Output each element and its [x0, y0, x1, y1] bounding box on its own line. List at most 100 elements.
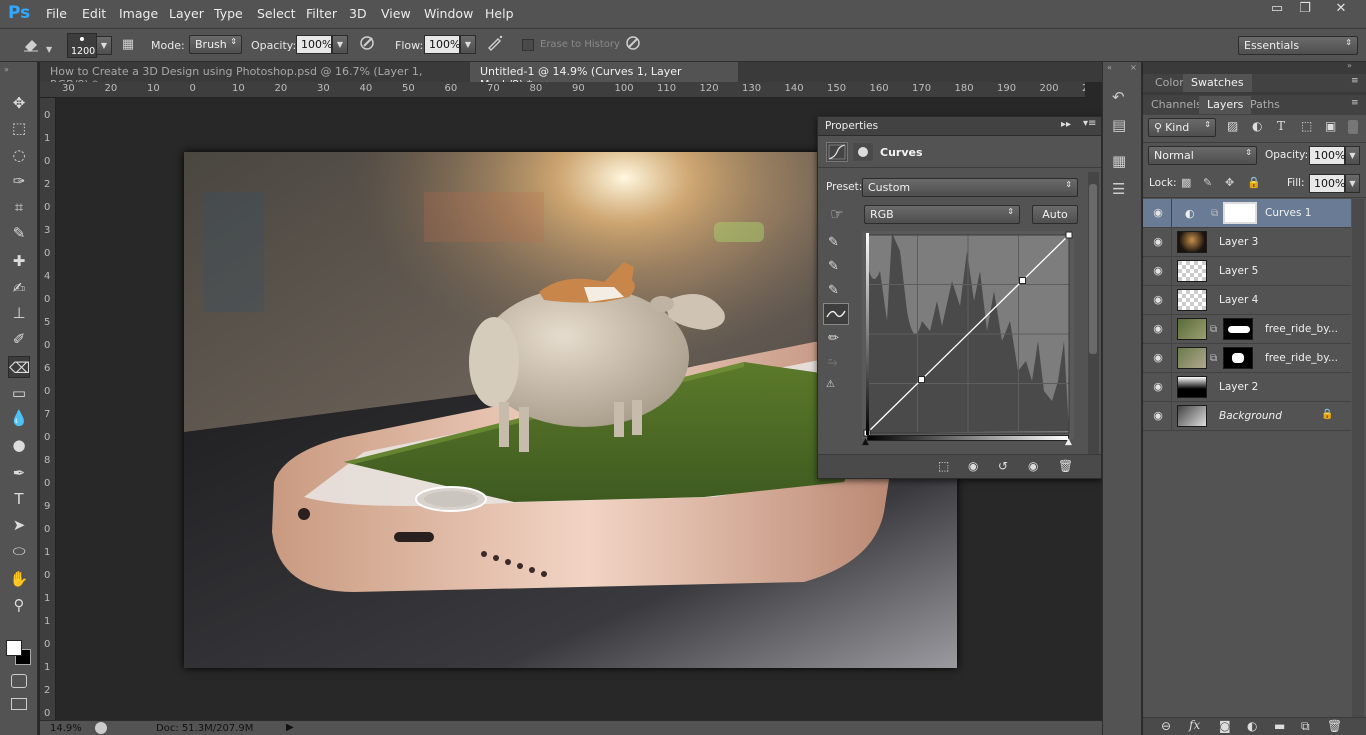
- lock-pixels-icon[interactable]: ✎: [1203, 176, 1212, 189]
- flow-slider-arrow[interactable]: ▼: [460, 35, 476, 54]
- shape-filter-icon[interactable]: ⬚: [1301, 119, 1312, 133]
- lock-transparency-icon[interactable]: ▩: [1181, 176, 1191, 189]
- menu-3d[interactable]: 3D: [349, 6, 367, 21]
- clip-to-layer-icon[interactable]: ⬚: [938, 459, 949, 473]
- eraser-icon[interactable]: ⌫: [8, 356, 30, 378]
- stamp-icon[interactable]: ⊥: [8, 302, 30, 324]
- menu-edit[interactable]: Edit: [82, 6, 106, 21]
- black-point-eyedropper-icon[interactable]: ✎: [828, 235, 839, 250]
- brush-size-preview[interactable]: 1200: [67, 33, 97, 58]
- black-slider-handle[interactable]: ▲: [862, 437, 869, 447]
- marquee-icon[interactable]: ⬚: [8, 117, 30, 139]
- layer-thumbnail[interactable]: [1177, 405, 1207, 427]
- opacity-field[interactable]: 100%: [296, 35, 332, 54]
- curve-control-point[interactable]: [1065, 231, 1073, 239]
- layer-row[interactable]: ◉ ⧉ free_ride_by...: [1143, 344, 1351, 373]
- erase-to-history-checkbox[interactable]: [522, 39, 534, 51]
- layer-name[interactable]: Layer 5: [1219, 265, 1258, 277]
- eyedropper-icon[interactable]: ✎: [8, 222, 30, 244]
- reset-icon[interactable]: ↺: [998, 459, 1008, 473]
- path-select-icon[interactable]: ➤: [8, 514, 30, 536]
- collapse-panels-icon[interactable]: »: [1347, 61, 1352, 70]
- menu-layer[interactable]: Layer: [169, 6, 204, 21]
- zoom-icon[interactable]: ⚲: [8, 594, 30, 616]
- brush-panel-toggle-icon[interactable]: ▦: [117, 34, 139, 56]
- layer-thumbnail[interactable]: [1177, 231, 1207, 253]
- hand-icon[interactable]: ✋: [8, 568, 30, 590]
- airbrush-icon[interactable]: [484, 34, 506, 56]
- properties-title[interactable]: Properties: [825, 120, 878, 132]
- lock-all-icon[interactable]: 🔒: [1247, 176, 1261, 189]
- tab-swatches[interactable]: Swatches: [1183, 74, 1252, 92]
- healing-icon[interactable]: ✚: [8, 250, 30, 272]
- chain-link-icon[interactable]: ⧉: [1211, 208, 1218, 219]
- chain-link-icon[interactable]: ⧉: [1210, 324, 1217, 335]
- ellipse-icon[interactable]: ⬭: [8, 540, 30, 562]
- quick-select-icon[interactable]: ✑: [8, 170, 30, 192]
- panel-menu-icon[interactable]: ▾≡: [1083, 118, 1096, 129]
- curve-control-point[interactable]: [918, 376, 926, 384]
- auto-button[interactable]: Auto: [1032, 205, 1078, 224]
- layer-name[interactable]: Layer 4: [1219, 294, 1258, 306]
- horizontal-ruler[interactable]: 30 20 10 0 10 20 30 40 50 60 70 80 90 100 110 120 130 140…: [40, 82, 1085, 98]
- collapse-panel-icon[interactable]: ▸▸: [1061, 119, 1071, 130]
- pixel-filter-icon[interactable]: ▨: [1227, 119, 1238, 133]
- white-slider-handle[interactable]: ▲: [1065, 437, 1072, 447]
- preset-select[interactable]: Custom ⇕: [862, 178, 1078, 197]
- new-adjustment-icon[interactable]: ◐: [1247, 719, 1257, 733]
- gray-point-eyedropper-icon[interactable]: ✎: [828, 259, 839, 274]
- visibility-eye-icon[interactable]: ◉: [1151, 380, 1165, 394]
- fill-field[interactable]: 100%: [1309, 174, 1345, 193]
- visibility-eye-icon[interactable]: ◉: [1151, 264, 1165, 278]
- target-adjust-hand-icon[interactable]: ☞: [826, 203, 848, 225]
- mode-select[interactable]: Brush ⇕: [189, 35, 242, 54]
- menu-file[interactable]: File: [46, 6, 67, 21]
- clipping-warning-icon[interactable]: ⚠: [826, 379, 835, 390]
- tab-document-2[interactable]: Untitled-1 @ 14.9% (Curves 1, Layer Mask…: [470, 62, 738, 91]
- new-group-icon[interactable]: ▬: [1274, 719, 1285, 733]
- lasso-icon[interactable]: ◌: [8, 144, 30, 166]
- menu-select[interactable]: Select: [257, 6, 296, 21]
- menu-help[interactable]: Help: [485, 6, 514, 21]
- channel-select[interactable]: RGB ⇕: [864, 205, 1020, 224]
- history-brush-icon[interactable]: ✐: [8, 328, 30, 350]
- layer-row[interactable]: ◉ Layer 2: [1143, 373, 1351, 402]
- layer-row[interactable]: ◉ Layer 5: [1143, 257, 1351, 286]
- panel-menu-icon[interactable]: ≡: [1351, 76, 1359, 86]
- zoom-level[interactable]: 14.9%: [50, 723, 82, 734]
- curves-graph[interactable]: [862, 231, 1074, 439]
- visibility-eye-icon[interactable]: ◉: [1151, 235, 1165, 249]
- tab-document-1[interactable]: How to Create a 3D Design using Photosho…: [40, 62, 468, 91]
- visibility-eye-icon[interactable]: ◉: [1151, 351, 1165, 365]
- visibility-eye-icon[interactable]: ◉: [1151, 206, 1165, 220]
- actions-icon[interactable]: ▤: [1112, 116, 1126, 134]
- type-filter-icon[interactable]: T: [1277, 119, 1285, 133]
- type-icon[interactable]: T: [8, 488, 30, 510]
- kind-filter-select[interactable]: ⚲ Kind ⇕: [1148, 118, 1216, 137]
- menu-image[interactable]: Image: [119, 6, 158, 21]
- opacity-slider-arrow[interactable]: ▼: [332, 35, 348, 54]
- add-mask-icon[interactable]: ◙: [1219, 719, 1231, 733]
- visibility-eye-icon[interactable]: ◉: [1151, 322, 1165, 336]
- layer-name[interactable]: free_ride_by...: [1265, 352, 1338, 364]
- blur-icon[interactable]: 💧: [8, 407, 30, 429]
- curve-edit-points-icon[interactable]: [823, 303, 849, 325]
- properties-dock-icon[interactable]: ☰: [1112, 180, 1125, 198]
- layer-name[interactable]: Layer 3: [1219, 236, 1258, 248]
- layer-row[interactable]: ◉ Layer 3: [1143, 228, 1351, 257]
- new-layer-icon[interactable]: ⧉: [1301, 719, 1310, 734]
- quick-mask-icon[interactable]: [11, 674, 27, 688]
- layer-mask-thumbnail[interactable]: [1223, 347, 1253, 369]
- fill-arrow[interactable]: ▼: [1345, 174, 1360, 193]
- layer-name[interactable]: Curves 1: [1265, 207, 1311, 219]
- gradient-icon[interactable]: ▭: [8, 382, 30, 404]
- pressure-opacity-icon[interactable]: [356, 34, 378, 56]
- visibility-eye-icon[interactable]: ◉: [1151, 293, 1165, 307]
- curves-adjustment-icon[interactable]: [826, 142, 848, 162]
- preset-chevron-icon[interactable]: ▼: [46, 45, 52, 54]
- chain-link-icon[interactable]: ⧉: [1210, 353, 1217, 364]
- layer-thumbnail[interactable]: [1177, 260, 1207, 282]
- layer-name[interactable]: Layer 2: [1219, 381, 1258, 393]
- pressure-size-icon[interactable]: [622, 34, 644, 56]
- visibility-eye-icon[interactable]: ◉: [1028, 459, 1038, 473]
